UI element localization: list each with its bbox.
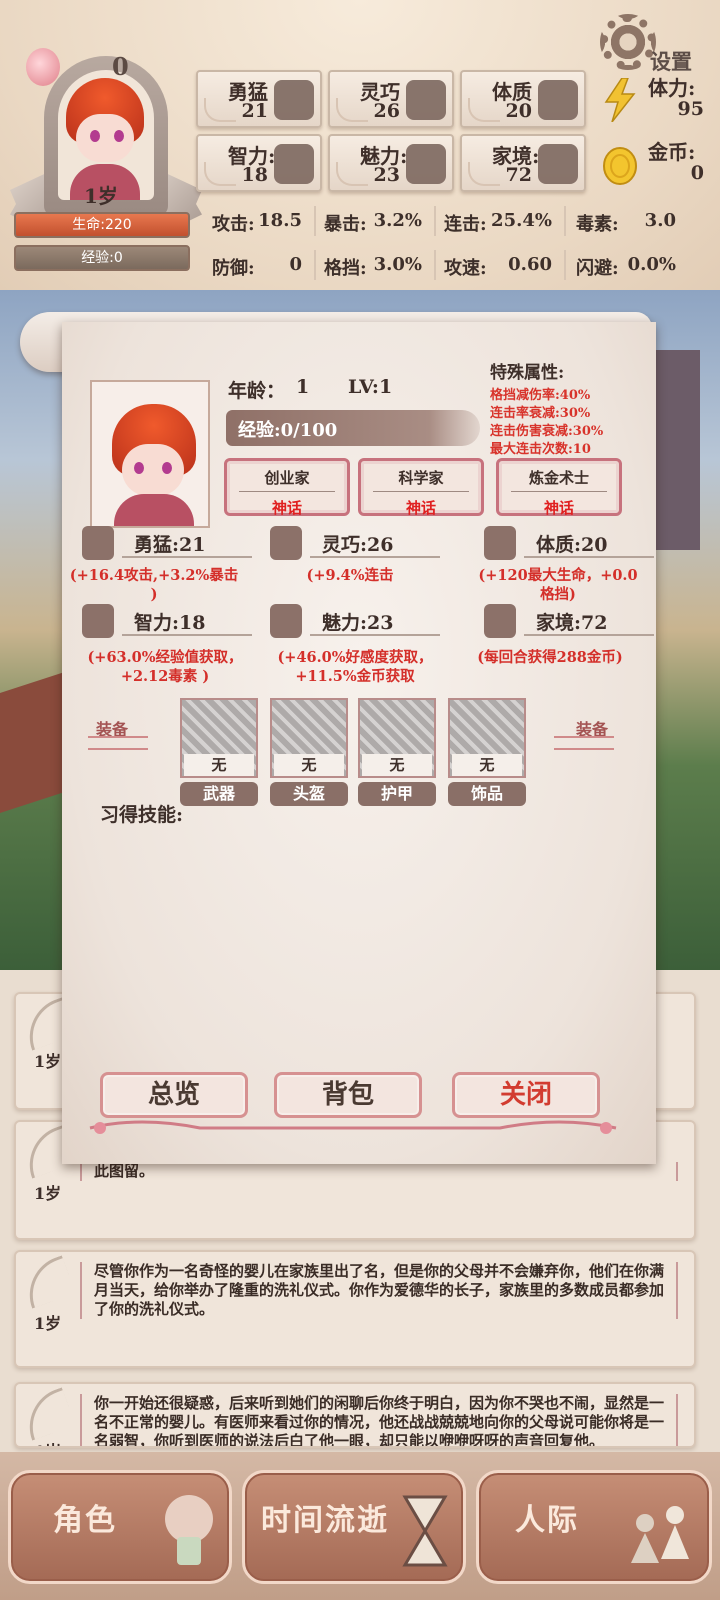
hourglass-icon [402,1495,448,1567]
special-attr: 连击率衰减:30% [490,406,591,421]
gear-icon [600,14,656,70]
level-counter: 0 [112,52,129,81]
ornament-arrow-icon [88,736,148,750]
attr-card-family[interactable]: 家境: 72 [460,134,586,192]
attr-bonus: (+120最大生命，+0.0格挡) [478,567,638,603]
panel-attr-intelligence: 智力:18 [82,604,262,644]
attr-bonus: (+16.4攻击,+3.2%暴击 ) [69,567,239,603]
panel-attr-constitution: 体质:20 [484,526,654,566]
age-label: 年龄： [228,380,286,402]
stat-dodge: 闪避: 0.0% [576,254,676,279]
special-attrs-title: 特殊属性: [490,363,565,383]
feather-icon [18,1255,76,1309]
status-header: 设置 0 1岁 生命:220 经验:0 勇猛 21 灵巧 26 体质 20 智力… [0,0,720,290]
trait-card[interactable]: 创业家 神话 [224,458,350,517]
trait-card[interactable]: 科学家 神话 [358,458,484,517]
hp-bar: 生命:220 [14,212,190,238]
equip-slot-weapon[interactable]: 无武器 [180,698,258,806]
special-attr: 最大连击次数:10 [490,442,591,457]
soul-icon [26,48,60,86]
attr-card-valor[interactable]: 勇猛 21 [196,70,322,128]
character-icon [165,1495,213,1565]
brain-icon [82,604,114,638]
hand-coin-icon [538,144,578,184]
attr-bonus: (+9.4%连击 [306,567,394,584]
skills-label: 习得技能: [100,804,184,826]
stamina-display: 体力: 95 [598,70,708,128]
panel-attr-family: 家境:72 [484,604,654,644]
lightning-icon [604,78,636,122]
arm-icon [484,526,516,560]
stat-poison: 毒素: 3.0 [576,210,676,235]
age-label: 1岁 [84,184,118,208]
stat-attack-speed: 攻速: 0.60 [444,254,552,279]
fist-icon [274,80,314,120]
stat-defense: 防御: 0 [212,254,302,279]
attr-card-intelligence[interactable]: 智力: 18 [196,134,322,192]
panel-attr-valor: 勇猛:21 [82,526,262,566]
xp-bar: 经验:0 [14,245,190,271]
trait-card[interactable]: 炼金术士 神话 [496,458,622,517]
panel-attr-charm: 魅力:23 [270,604,450,644]
fist-icon [82,526,114,560]
flower-icon [406,144,446,184]
stat-combo: 连击: 25.4% [444,210,552,235]
equip-slot-armor[interactable]: 无护甲 [358,698,436,806]
flower-icon [270,604,302,638]
attr-bonus: (每回合获得288金币) [477,649,623,666]
bottom-navigation: 角色 时间流逝 人际 [0,1452,720,1600]
special-attr: 格挡减伤率:40% [490,388,591,403]
stat-block: 格挡: 3.0% [324,254,422,279]
feather-icon [18,1387,76,1441]
hand-coin-icon [484,604,516,638]
attr-card-agility[interactable]: 灵巧 26 [328,70,454,128]
level-label: LV:1 [348,376,393,398]
brain-icon [274,144,314,184]
ribbon-ornament-icon [89,1120,617,1134]
panel-attr-agility: 灵巧:26 [270,526,450,566]
special-attr: 连击伤害衰减:30% [490,424,604,439]
stat-attack: 攻击: 18.5 [212,210,302,235]
gold-display: 金币: 0 [598,134,708,192]
attr-card-charm[interactable]: 魅力: 23 [328,134,454,192]
cloak-icon [406,80,446,120]
attr-bonus: (+46.0%好感度获取，+11.5%金币获取 [277,649,433,685]
stat-crit: 暴击: 3.2% [324,210,422,235]
equip-slot-helmet[interactable]: 无头盔 [270,698,348,806]
settings-button[interactable]: 设置 [600,14,710,78]
age-value: 1 [296,376,310,398]
cloak-icon [270,526,302,560]
nav-character[interactable]: 角色 [8,1470,232,1584]
arm-icon [538,80,578,120]
log-entry: 1岁 你一开始还很疑惑，后来听到她们的闲聊后你终于明白，因为你不哭也不闹，显然是… [14,1382,696,1448]
gold-coin-icon [603,147,637,185]
nav-relations[interactable]: 人际 [476,1470,712,1584]
equip-slot-accessory[interactable]: 无饰品 [448,698,526,806]
attr-card-constitution[interactable]: 体质 20 [460,70,586,128]
people-icon [631,1506,689,1563]
ornament-arrow-icon [554,736,614,750]
nav-time-pass[interactable]: 时间流逝 [242,1470,466,1584]
log-entry: 1岁 尽管你作为一名奇怪的婴儿在家族里出了名，但是你的父母并不会嫌弃你，他们在你… [14,1250,696,1368]
exp-bar: 经验:0/100 [226,410,480,446]
attr-bonus: (+63.0%经验值获取，+2.12毒素 ) [87,649,243,685]
panel-avatar [90,380,210,528]
